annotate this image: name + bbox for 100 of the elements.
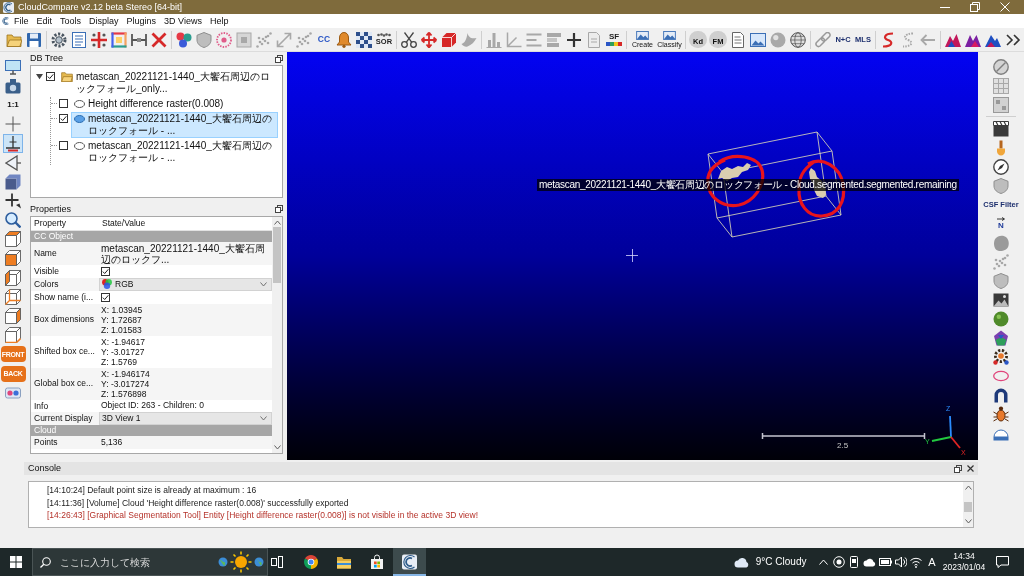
- picture-icon[interactable]: [750, 31, 766, 48]
- folder-icon[interactable]: [335, 554, 352, 570]
- toolbar-button[interactable]: CC: [317, 35, 331, 44]
- bug-icon[interactable]: [993, 405, 1009, 422]
- log-line: [14:10:24] Default point size is already at maximum : 16: [47, 484, 258, 497]
- cube-icon[interactable]: [5, 231, 21, 248]
- dropdown[interactable]: 3D View 1: [99, 412, 272, 426]
- checkerboard-icon[interactable]: [356, 31, 372, 48]
- wifi-icon[interactable]: [910, 556, 923, 568]
- plus-icon[interactable]: [91, 31, 107, 48]
- task-view-icon[interactable]: [271, 556, 283, 568]
- plus-icon[interactable]: [566, 31, 582, 48]
- restore-icon[interactable]: [954, 464, 962, 473]
- move-arrows-icon[interactable]: [421, 31, 437, 48]
- menu-item[interactable]: Edit: [32, 16, 57, 26]
- sphere-icon[interactable]: [993, 310, 1009, 327]
- checkbox[interactable]: [59, 114, 68, 123]
- scrollbar-thumb[interactable]: [964, 502, 972, 512]
- menu-item[interactable]: Display: [85, 16, 123, 26]
- chevron-down-icon: [260, 416, 267, 422]
- toolbar-button[interactable]: SF: [606, 33, 622, 46]
- gear-icon[interactable]: [993, 348, 1009, 365]
- chevron-down-icon[interactable]: [964, 519, 972, 524]
- scissors-icon[interactable]: [401, 31, 417, 48]
- checkbox[interactable]: [59, 99, 68, 108]
- table-cell-text: metascan_20221121-1440_大饗石周辺のロックフ...: [100, 242, 266, 265]
- camera-icon[interactable]: [5, 77, 21, 94]
- cube-icon[interactable]: [5, 308, 21, 325]
- block-icon[interactable]: [441, 31, 457, 48]
- pentagon-icon[interactable]: [993, 329, 1009, 346]
- menu-item[interactable]: 3D Views: [160, 16, 206, 26]
- mountain-icon[interactable]: [945, 31, 961, 48]
- restore-icon[interactable]: [275, 205, 283, 213]
- clock-date[interactable]: 2023/01/04: [942, 562, 986, 573]
- toolbar-button[interactable]: N: [997, 217, 1005, 230]
- input-indicator[interactable]: A: [924, 556, 940, 568]
- monitor-icon[interactable]: [5, 58, 21, 75]
- bag-icon[interactable]: [368, 554, 385, 570]
- checkbox[interactable]: [59, 141, 68, 150]
- search-field[interactable]: ここに入力して検索: [32, 548, 268, 576]
- battery-icon[interactable]: [878, 558, 892, 566]
- toolbar-button[interactable]: 1:1: [4, 96, 22, 113]
- scrollbar-track[interactable]: [272, 217, 282, 453]
- tree-item[interactable]: metascan_20221121-1440_大饗石周辺のロックフォール - ...: [71, 112, 278, 138]
- circles-icon[interactable]: [176, 31, 192, 48]
- picture-icon[interactable]: [993, 291, 1009, 308]
- cube-icon[interactable]: [5, 173, 21, 190]
- caret-down-icon[interactable]: [36, 73, 43, 80]
- frame-icon[interactable]: [111, 31, 127, 48]
- cube-icon[interactable]: [5, 250, 21, 267]
- menu-item[interactable]: Plugins: [122, 16, 161, 26]
- segmented-circle-icon[interactable]: [302, 554, 319, 570]
- two-dots-icon[interactable]: [5, 384, 21, 401]
- tree-item[interactable]: metascan_20221121-1440_大饗石周辺のロックフォール_only...: [58, 70, 278, 96]
- tree-item[interactable]: metascan_20221121-1440_大饗石周辺のロックフォール - ...: [71, 139, 278, 165]
- scrollbar-track[interactable]: [963, 482, 973, 527]
- cone-icon[interactable]: [5, 154, 21, 171]
- magnifier-icon[interactable]: [5, 212, 21, 229]
- tree-item[interactable]: Height difference raster(0.008): [71, 97, 278, 111]
- compass-icon[interactable]: [993, 158, 1009, 175]
- weather-text[interactable]: 9°C Cloudy: [755, 557, 807, 567]
- cloud-icon[interactable]: [863, 557, 877, 567]
- restore-icon[interactable]: [275, 54, 283, 63]
- clapperboard-icon[interactable]: [993, 120, 1009, 137]
- point-cloud: [718, 163, 751, 181]
- curve-icon[interactable]: [880, 31, 896, 48]
- chat-bubble-icon[interactable]: [995, 556, 1009, 568]
- magnet-icon[interactable]: [993, 386, 1009, 403]
- speaker-icon[interactable]: [894, 556, 907, 568]
- menu-item[interactable]: Help: [205, 16, 233, 26]
- menu-item[interactable]: File: [10, 16, 33, 26]
- chevron-down-icon[interactable]: [273, 445, 281, 450]
- globe-icon[interactable]: [790, 31, 806, 48]
- bracket-icon[interactable]: [131, 31, 147, 48]
- dotted-circle-icon[interactable]: [216, 31, 232, 48]
- clock-time[interactable]: 14:34: [953, 551, 975, 562]
- restore-icon[interactable]: [970, 2, 980, 12]
- table-cell-text: Visible: [33, 265, 60, 278]
- bell-icon[interactable]: [336, 31, 352, 48]
- cube-icon[interactable]: [5, 269, 21, 286]
- cube-icon[interactable]: [5, 288, 21, 305]
- document-icon[interactable]: [730, 31, 746, 48]
- scrollbar-thumb[interactable]: [273, 227, 281, 283]
- checkbox[interactable]: [101, 292, 110, 302]
- windows-logo-icon[interactable]: [10, 556, 22, 568]
- circle-slash-icon[interactable]: [993, 58, 1009, 75]
- pivot-axes-icon[interactable]: [3, 133, 23, 153]
- close-icon[interactable]: [967, 465, 974, 472]
- move-icon[interactable]: [5, 192, 21, 209]
- double-chevron-icon[interactable]: [1005, 31, 1021, 48]
- checkbox[interactable]: [101, 266, 110, 276]
- cross-icon[interactable]: [151, 31, 167, 48]
- menu-item[interactable]: Tools: [56, 16, 86, 26]
- gear-icon[interactable]: [51, 31, 67, 48]
- list-icon[interactable]: [71, 31, 87, 48]
- logo-icon[interactable]: [393, 548, 426, 576]
- device-icon[interactable]: [848, 556, 861, 568]
- checkbox[interactable]: [46, 72, 55, 81]
- cube-icon[interactable]: [5, 327, 21, 344]
- target-icon[interactable]: [832, 556, 845, 568]
